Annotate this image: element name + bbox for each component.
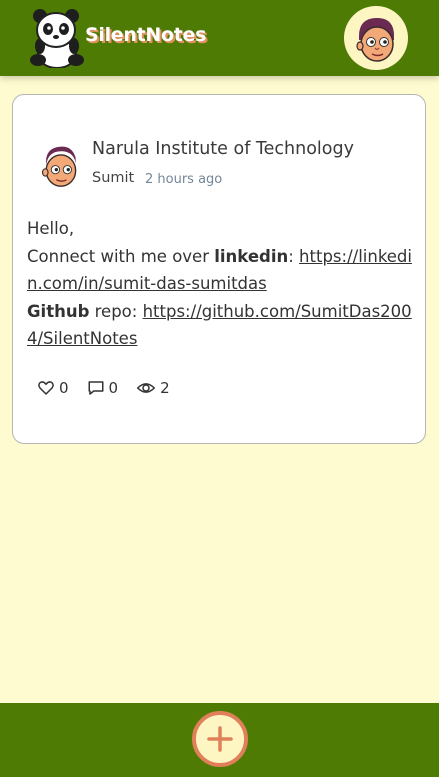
- post-timestamp: 2 hours ago: [145, 172, 223, 187]
- note-card[interactable]: Narula Institute of Technology Sumit 2 h…: [12, 94, 426, 444]
- line2-bold: Github: [27, 301, 90, 321]
- line1-prefix: Connect with me over: [27, 246, 215, 266]
- line1-sep: :: [288, 246, 300, 266]
- line1-bold: linkedin: [214, 246, 289, 266]
- line2-prefix: repo:: [89, 301, 143, 321]
- panda-logo-icon[interactable]: [26, 8, 88, 69]
- note-stats: 0 0 2: [37, 377, 188, 399]
- add-note-button[interactable]: [192, 711, 248, 767]
- view-count: 2: [160, 379, 170, 397]
- note-body: Hello, Connect with me over linkedin: ht…: [27, 215, 417, 353]
- note-line-linkedin: Connect with me over linkedin: https://l…: [27, 243, 417, 298]
- plus-icon: [207, 726, 233, 752]
- comment-icon: [88, 381, 104, 395]
- note-title: Narula Institute of Technology: [92, 139, 354, 159]
- note-greeting: Hello,: [27, 219, 75, 238]
- eye-icon: [136, 383, 156, 393]
- comment-count: 0: [108, 379, 119, 397]
- comment-button[interactable]: 0: [87, 379, 119, 397]
- author-name[interactable]: Sumit: [92, 170, 134, 186]
- views-indicator: 2: [136, 379, 170, 397]
- author-avatar-icon[interactable]: [37, 143, 83, 189]
- like-button[interactable]: 0: [37, 379, 69, 397]
- heart-icon: [38, 381, 54, 395]
- like-count: 0: [59, 379, 69, 397]
- app-header: SilentNotes: [0, 0, 439, 76]
- app-title[interactable]: SilentNotes: [85, 24, 206, 46]
- note-line-github: Github repo: https://github.com/SumitDas…: [27, 298, 417, 353]
- user-avatar-icon[interactable]: [344, 6, 408, 70]
